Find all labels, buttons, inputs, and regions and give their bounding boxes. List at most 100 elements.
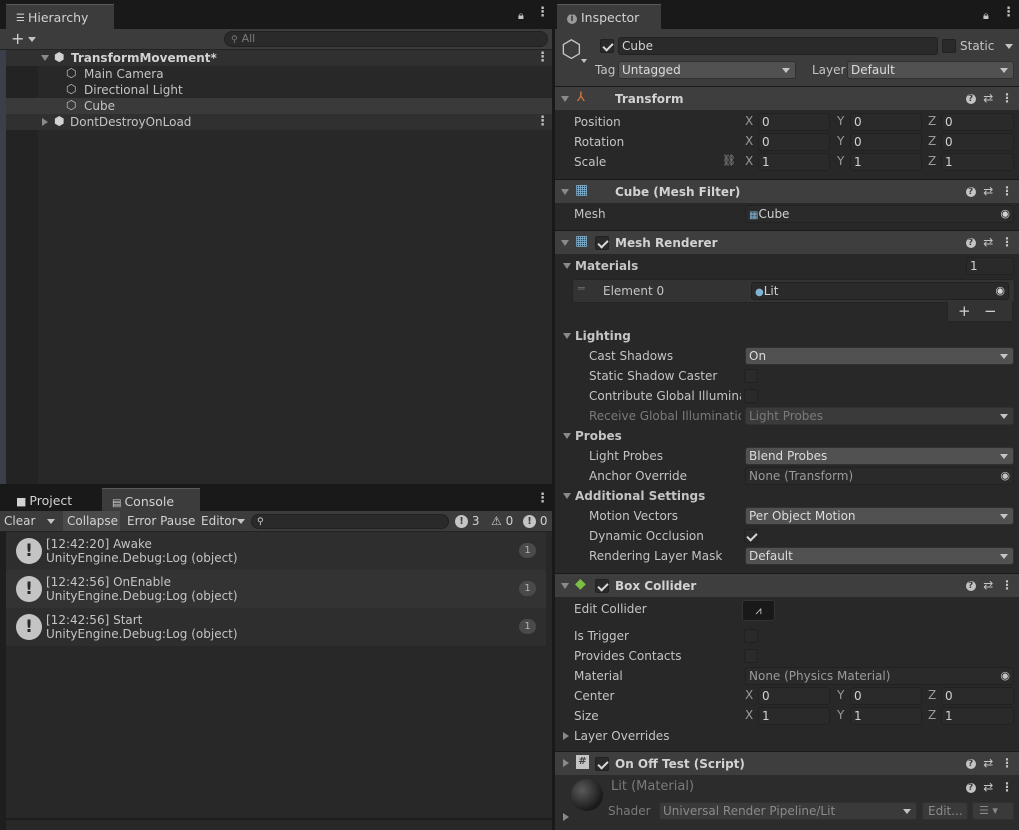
object-active-checkbox[interactable] bbox=[600, 39, 614, 53]
presets-icon[interactable]: ⇄ bbox=[983, 780, 993, 794]
log-entry[interactable]: ! [12:42:56] Start UnityEngine.Debug:Log… bbox=[6, 608, 546, 646]
size-z-field[interactable]: 1 bbox=[941, 707, 1014, 725]
transform-fold-icon[interactable] bbox=[561, 96, 569, 102]
layer-overrides-fold-icon[interactable] bbox=[563, 732, 569, 740]
position-y-field[interactable]: 0 bbox=[850, 113, 922, 131]
component-menu-icon[interactable]: ⋮ bbox=[1001, 91, 1013, 105]
is-trigger-checkbox[interactable] bbox=[744, 629, 758, 643]
materials-size-field[interactable]: 1 bbox=[966, 257, 1014, 275]
console-search-input[interactable]: ⚲ bbox=[251, 514, 449, 529]
object-icon-dropdown[interactable] bbox=[581, 59, 587, 63]
tab-inspector[interactable]: i Inspector bbox=[557, 4, 661, 29]
message-count-toggle[interactable]: ! 3 bbox=[455, 514, 479, 528]
mesh-object-field[interactable]: ▦Cube ◉ bbox=[745, 205, 1014, 223]
panel-splitter[interactable] bbox=[552, 0, 555, 830]
tab-console[interactable]: ▤ Console bbox=[102, 488, 200, 511]
hierarchy-menu-icon[interactable]: ⋮ bbox=[536, 6, 549, 19]
additional-settings-fold-icon[interactable] bbox=[563, 493, 571, 499]
component-menu-icon[interactable]: ⋮ bbox=[1001, 756, 1013, 770]
dontdestroy-fold-icon[interactable] bbox=[42, 118, 48, 126]
material-menu-icon[interactable]: ⋮ bbox=[1001, 780, 1013, 794]
help-icon[interactable]: ? bbox=[965, 782, 976, 793]
clear-button[interactable]: Clear bbox=[4, 514, 35, 528]
script-enabled-checkbox[interactable] bbox=[595, 757, 609, 771]
mesh-renderer-enabled-checkbox[interactable] bbox=[595, 236, 609, 250]
position-z-field[interactable]: 0 bbox=[941, 113, 1014, 131]
error-count-toggle[interactable]: ! 0 bbox=[523, 514, 547, 528]
scene-row[interactable]: ⬢ TransformMovement* ⋮ bbox=[6, 50, 552, 66]
presets-icon[interactable]: ⇄ bbox=[983, 235, 993, 249]
anchor-override-field[interactable]: None (Transform) ◉ bbox=[745, 467, 1014, 485]
dontdestroy-row[interactable]: ⬢ DontDestroyOnLoad ⋮ bbox=[6, 114, 552, 130]
script-header[interactable]: # On Off Test (Script) ? ⇄ ⋮ bbox=[555, 751, 1019, 775]
edit-collider-button[interactable]: ⩘ bbox=[742, 600, 775, 621]
material-fold-icon[interactable] bbox=[563, 813, 569, 821]
object-picker-icon[interactable]: ◉ bbox=[1000, 206, 1010, 222]
size-y-field[interactable]: 1 bbox=[850, 707, 922, 725]
scale-x-field[interactable]: 1 bbox=[758, 153, 830, 171]
hierarchy-item-cube[interactable]: ⬡ Cube bbox=[6, 98, 552, 114]
hierarchy-search-input[interactable]: ⚲ All bbox=[224, 31, 548, 47]
script-fold-icon[interactable] bbox=[563, 759, 569, 767]
static-checkbox[interactable] bbox=[942, 39, 956, 53]
add-element-button[interactable]: + bbox=[958, 302, 971, 320]
add-dropdown-icon[interactable] bbox=[28, 37, 36, 42]
hierarchy-item-directional-light[interactable]: ⬡ Directional Light bbox=[6, 82, 552, 98]
box-collider-fold-icon[interactable] bbox=[561, 583, 569, 589]
scene-fold-icon[interactable] bbox=[41, 55, 49, 61]
materials-fold-icon[interactable] bbox=[563, 263, 571, 269]
tag-dropdown[interactable]: Untagged bbox=[618, 61, 796, 79]
shader-dropdown[interactable]: Universal Render Pipeline/Lit bbox=[659, 802, 917, 820]
warning-count-toggle[interactable]: ⚠ 0 bbox=[491, 514, 513, 528]
static-shadow-caster-checkbox[interactable] bbox=[744, 369, 758, 383]
mesh-filter-fold-icon[interactable] bbox=[561, 189, 569, 195]
scale-z-field[interactable]: 1 bbox=[941, 153, 1014, 171]
log-entry[interactable]: ! [12:42:20] Awake UnityEngine.Debug:Log… bbox=[6, 532, 546, 570]
help-icon[interactable]: ? bbox=[965, 93, 976, 104]
rotation-z-field[interactable]: 0 bbox=[941, 133, 1014, 151]
layer-dropdown[interactable]: Default bbox=[847, 61, 1014, 79]
position-x-field[interactable]: 0 bbox=[758, 113, 830, 131]
help-icon[interactable]: ? bbox=[965, 237, 976, 248]
presets-icon[interactable]: ⇄ bbox=[983, 578, 993, 592]
component-menu-icon[interactable]: ⋮ bbox=[1001, 578, 1013, 592]
mesh-renderer-fold-icon[interactable] bbox=[561, 240, 569, 246]
shader-options-dropdown[interactable]: ☰ ▾ bbox=[972, 802, 1014, 820]
center-z-field[interactable]: 0 bbox=[941, 687, 1014, 705]
error-pause-button[interactable]: Error Pause bbox=[127, 514, 195, 528]
dontdestroy-menu-icon[interactable]: ⋮ bbox=[536, 115, 549, 128]
object-picker-icon[interactable]: ◉ bbox=[1000, 668, 1010, 684]
remove-element-button[interactable]: − bbox=[984, 302, 997, 320]
rotation-y-field[interactable]: 0 bbox=[850, 133, 922, 151]
presets-icon[interactable]: ⇄ bbox=[983, 91, 993, 105]
editor-dropdown[interactable]: Editor bbox=[201, 514, 237, 528]
mesh-renderer-header[interactable]: ▦ Mesh Renderer ? ⇄ ⋮ bbox=[555, 230, 1019, 254]
physics-material-field[interactable]: None (Physics Material) ◉ bbox=[745, 667, 1014, 685]
log-entry[interactable]: ! [12:42:56] OnEnable UnityEngine.Debug:… bbox=[6, 570, 546, 608]
tab-hierarchy[interactable]: ☰ Hierarchy bbox=[6, 4, 114, 29]
hierarchy-item-main-camera[interactable]: ⬡ Main Camera bbox=[6, 66, 552, 82]
light-probes-dropdown[interactable]: Blend Probes bbox=[745, 447, 1014, 465]
box-collider-header[interactable]: ◆ Box Collider ? ⇄ ⋮ bbox=[555, 573, 1019, 597]
mesh-filter-header[interactable]: ▦ Cube (Mesh Filter) ? ⇄ ⋮ bbox=[555, 179, 1019, 203]
inspector-menu-icon[interactable]: ⋮ bbox=[1002, 6, 1015, 19]
rendering-layer-mask-dropdown[interactable]: Default bbox=[745, 547, 1014, 565]
probes-fold-icon[interactable] bbox=[563, 433, 571, 439]
provides-contacts-checkbox[interactable] bbox=[744, 649, 758, 663]
lighting-fold-icon[interactable] bbox=[563, 333, 571, 339]
element-0-field[interactable]: ●Lit ◉ bbox=[751, 282, 1009, 300]
add-plus-icon[interactable]: + bbox=[11, 29, 24, 48]
rotation-x-field[interactable]: 0 bbox=[758, 133, 830, 151]
drag-handle-icon[interactable]: ═ bbox=[578, 282, 585, 295]
constrain-proportions-icon[interactable]: ⛓ bbox=[722, 154, 736, 167]
component-menu-icon[interactable]: ⋮ bbox=[1001, 235, 1013, 249]
help-icon[interactable]: ? bbox=[965, 580, 976, 591]
horizontal-splitter[interactable] bbox=[0, 484, 552, 486]
shader-edit-button[interactable]: Edit... bbox=[922, 802, 968, 820]
presets-icon[interactable]: ⇄ bbox=[983, 184, 993, 198]
help-icon[interactable]: ? bbox=[965, 758, 976, 769]
scene-menu-icon[interactable]: ⋮ bbox=[536, 51, 549, 64]
scale-y-field[interactable]: 1 bbox=[850, 153, 922, 171]
transform-header[interactable]: ⅄ Transform ? ⇄ ⋮ bbox=[555, 86, 1019, 110]
console-menu-icon[interactable]: ⋮ bbox=[536, 492, 549, 505]
